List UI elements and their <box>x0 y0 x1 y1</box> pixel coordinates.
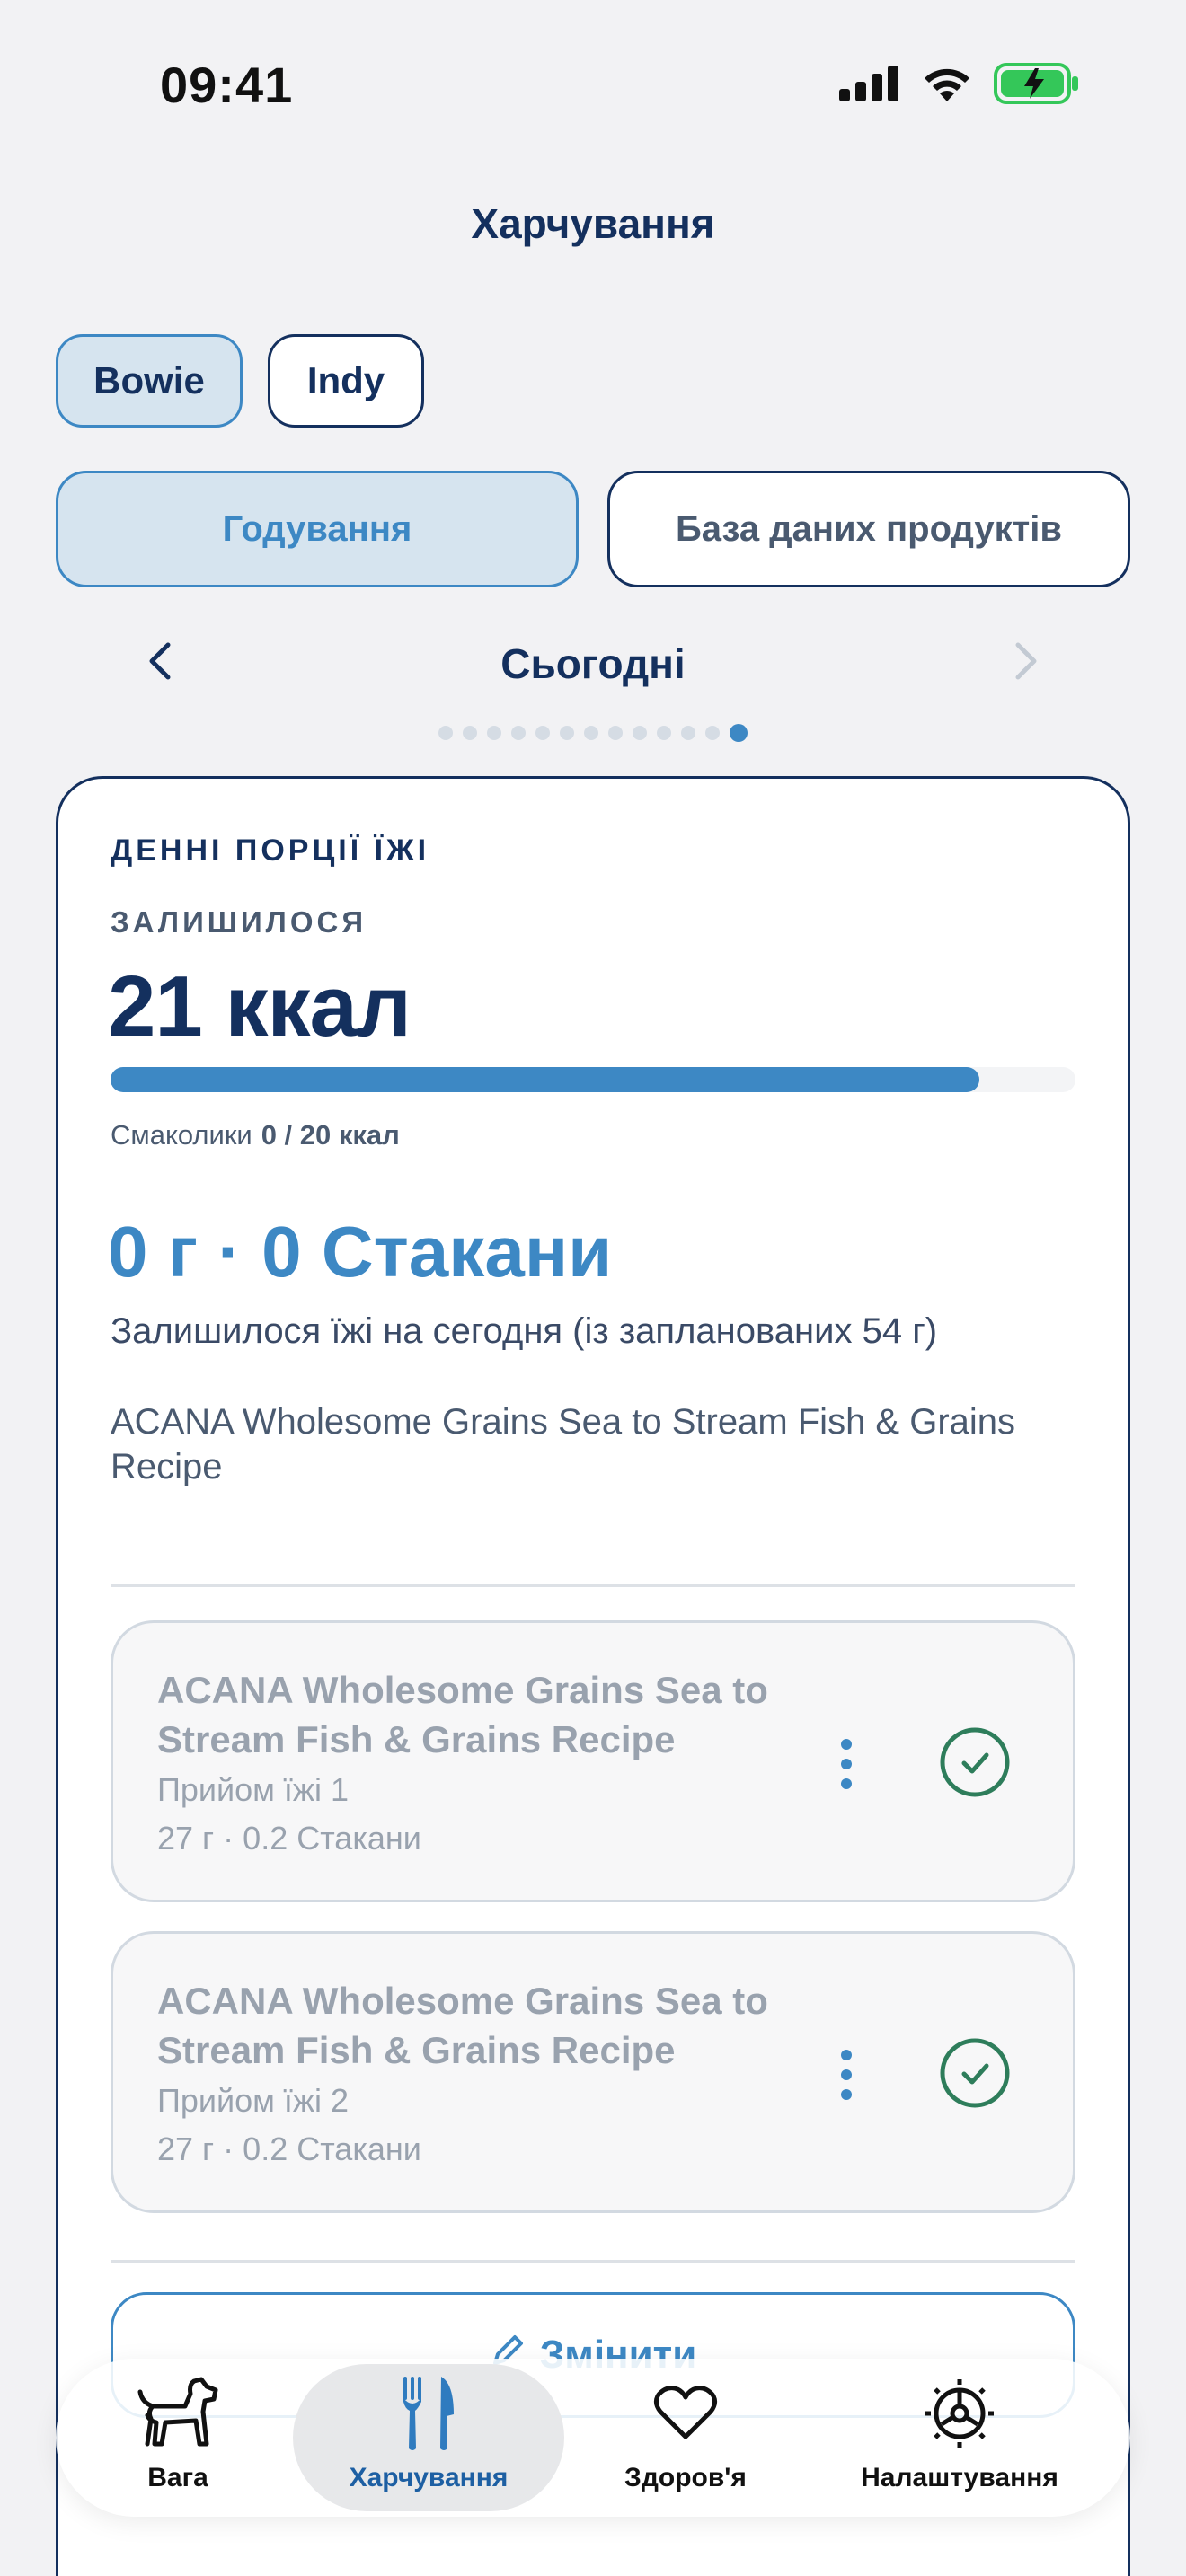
treats-label: Смаколики <box>111 1119 252 1151</box>
page-dot <box>681 726 695 740</box>
more-icon <box>841 1739 852 1750</box>
more-icon <box>841 2050 852 2060</box>
tab-label: Здоров'я <box>624 2463 747 2492</box>
page-dot <box>463 726 477 740</box>
tab-settings[interactable]: Налаштування <box>855 2373 1064 2508</box>
page-dot <box>657 726 671 740</box>
section-title: ДЕННІ ПОРЦІЇ ЇЖІ <box>111 834 430 868</box>
page-dot <box>705 726 720 740</box>
page-dot <box>633 726 647 740</box>
meal-menu-button[interactable] <box>837 2050 855 2100</box>
page-title: Харчування <box>471 200 715 247</box>
check-circle-icon[interactable] <box>939 1726 1011 1798</box>
remaining-label: ЗАЛИШИЛОСЯ <box>111 905 367 939</box>
heart-icon <box>653 2386 718 2439</box>
remaining-note: Залишилося їжі на сегодня (із запланован… <box>111 1311 938 1351</box>
tab-label: Налаштування <box>861 2463 1058 2492</box>
food-name: ACANA Wholesome Grains Sea to Stream Fis… <box>111 1402 1016 1486</box>
page-indicator <box>0 724 1186 742</box>
page-dot <box>584 726 598 740</box>
divider <box>111 1584 1075 1587</box>
treats-row: Смаколики 0 / 20 ккал <box>111 1119 400 1151</box>
gear-icon <box>925 2379 994 2448</box>
signal-icon <box>839 66 898 101</box>
pet-chip-bowie[interactable]: Bowie <box>56 334 243 428</box>
tab-health[interactable]: Здоров'я <box>615 2373 757 2508</box>
remaining-kcal: 21 ккал <box>108 958 412 1054</box>
tab-product-database[interactable]: База даних продуктів <box>607 471 1130 587</box>
status-icons <box>839 63 1080 104</box>
dog-icon <box>137 2377 218 2447</box>
divider <box>111 2260 1075 2263</box>
tab-label: Харчування <box>349 2463 509 2492</box>
page-dot <box>535 726 550 740</box>
page-dot <box>438 726 453 740</box>
page-dot <box>608 726 623 740</box>
page-dot <box>511 726 526 740</box>
check-circle-icon[interactable] <box>939 2037 1011 2109</box>
next-day-button[interactable] <box>999 634 1053 688</box>
battery-icon <box>994 63 1078 104</box>
wifi-icon <box>925 68 969 101</box>
tab-nutrition[interactable]: Харчування <box>305 2373 552 2508</box>
page-dot <box>730 724 748 742</box>
tab-feeding[interactable]: Годування <box>56 471 579 587</box>
meal-label: Прийом їжі 1 <box>157 1771 349 1808</box>
progress-fill <box>111 1067 979 1092</box>
tab-weight[interactable]: Вага <box>115 2373 241 2508</box>
page-dot <box>487 726 501 740</box>
meal-amount: 27 г · 0.2 Стакани <box>157 2130 421 2167</box>
meal-food-name: ACANA Wholesome Grains Sea to Stream Fis… <box>157 1669 768 1760</box>
meal-food-name: ACANA Wholesome Grains Sea to Stream Fis… <box>157 1980 768 2071</box>
status-time: 09:41 <box>160 57 294 113</box>
treats-value: 0 / 20 ккал <box>261 1119 400 1151</box>
tab-label: Вага <box>147 2463 208 2492</box>
pet-chip-indy[interactable]: Indy <box>268 334 424 428</box>
page-dot <box>560 726 574 740</box>
meal-menu-button[interactable] <box>837 1739 855 1789</box>
meal-amount: 27 г · 0.2 Стакани <box>157 1820 421 1857</box>
chevron-right-icon <box>1015 642 1037 680</box>
grams-cups: 0 г · 0 Стакани <box>108 1212 613 1292</box>
meal-label: Прийом їжі 2 <box>157 2082 349 2119</box>
fork-knife-icon <box>403 2377 454 2450</box>
